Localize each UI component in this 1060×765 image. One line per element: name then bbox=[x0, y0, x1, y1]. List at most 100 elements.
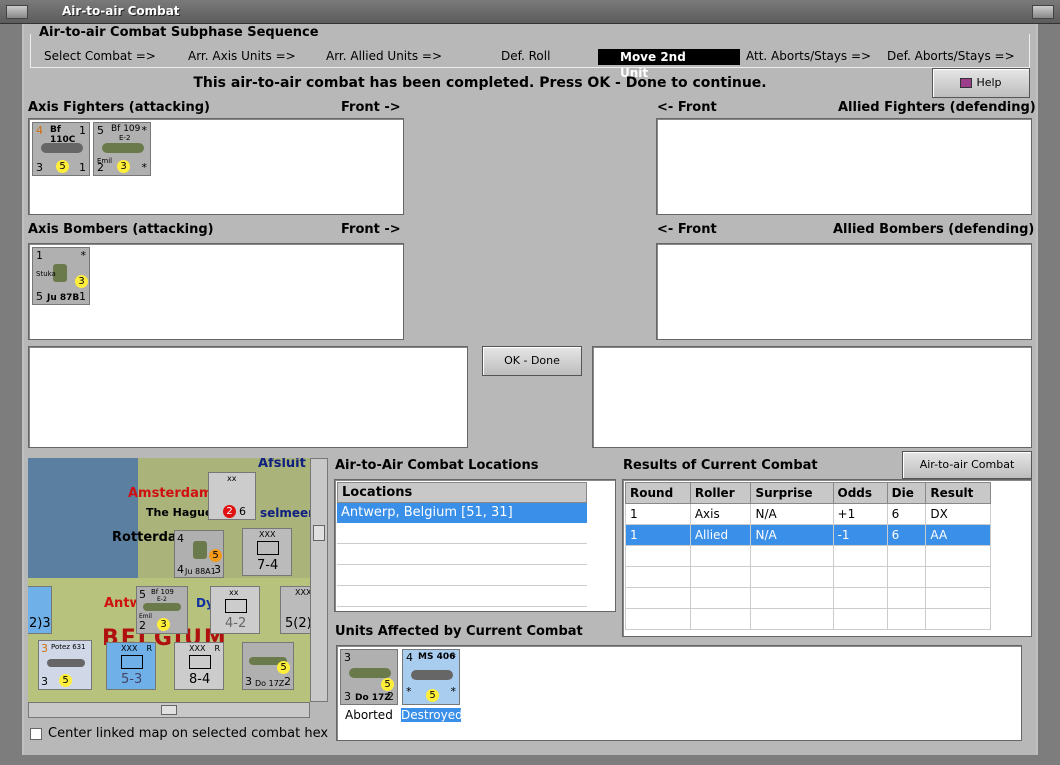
plane-icon bbox=[193, 541, 207, 559]
map-unit[interactable]: xx 2 6 bbox=[208, 472, 256, 520]
linked-map[interactable]: Amsterdam The Hague Rotterda Afsluit sel… bbox=[28, 458, 310, 702]
plane-icon bbox=[41, 143, 83, 153]
center-map-checkbox[interactable] bbox=[30, 728, 42, 740]
plane-icon bbox=[102, 143, 144, 153]
counter-value: 3 bbox=[344, 690, 351, 703]
map-unit[interactable]: 5 Bf 109 E-2 Emil 2 3 bbox=[136, 586, 188, 634]
front-label: Front -> bbox=[341, 100, 401, 115]
help-label: Help bbox=[976, 76, 1002, 89]
counter-value: XXX bbox=[259, 530, 276, 539]
map-unit[interactable]: 2)3 bbox=[28, 586, 52, 634]
counter-sub: E-2 bbox=[157, 596, 167, 603]
map-unit[interactable]: 4 5 4 Ju 88A1 3 bbox=[174, 530, 224, 578]
unit-counter[interactable]: 4 MS 406 * * 5 * bbox=[402, 649, 460, 705]
counter-value: 3 bbox=[344, 651, 351, 664]
counter-value: 8-4 bbox=[189, 672, 211, 687]
counter-value: 3 bbox=[36, 161, 43, 174]
table-row bbox=[625, 608, 991, 630]
results-table: Round Roller Surprise Odds Die Result 1 … bbox=[625, 482, 991, 630]
unit-counter[interactable]: 5 Bf 109 E-2 * Emil 2 3 * bbox=[93, 122, 151, 176]
counter-value: XXXX bbox=[295, 588, 310, 597]
map-unit[interactable]: XXX 7-4 bbox=[242, 528, 292, 576]
map-unit[interactable]: xx 4-2 bbox=[210, 586, 260, 634]
location-item[interactable]: Antwerp, Belgium [51, 31] bbox=[337, 503, 587, 523]
help-book-icon bbox=[960, 78, 973, 88]
map-unit[interactable]: 5 3 Do 17Z 2 bbox=[242, 642, 294, 690]
counter-value: 3 bbox=[41, 675, 48, 688]
counter-value: 5-3 bbox=[121, 672, 143, 687]
counter-value: R bbox=[214, 644, 220, 653]
counter-value: 2 bbox=[223, 505, 236, 518]
cell: -1 bbox=[832, 524, 888, 546]
phase-step: Def. Aborts/Stays => bbox=[887, 49, 1015, 63]
plane-icon bbox=[143, 603, 181, 611]
ok-done-button[interactable]: OK - Done bbox=[482, 346, 582, 376]
unit-symbol-icon bbox=[225, 599, 247, 613]
map-horizontal-scrollbar[interactable] bbox=[28, 702, 310, 718]
col-header: Surprise bbox=[750, 482, 834, 504]
close-icon[interactable] bbox=[1032, 5, 1054, 19]
unit-counter[interactable]: 4 Bf 110C 1 3 5 1 bbox=[32, 122, 90, 176]
cell: 6 bbox=[886, 503, 927, 525]
counter-value: 5 bbox=[36, 290, 43, 303]
map-label: Afsluit bbox=[258, 458, 306, 471]
table-row[interactable]: 1 Axis N/A +1 6 DX bbox=[625, 503, 991, 525]
combat-chart-button[interactable]: Air-to-air Combat Chart bbox=[902, 451, 1032, 497]
counter-value: * bbox=[141, 161, 148, 174]
center-map-label: Center linked map on selected combat hex bbox=[48, 726, 329, 741]
map-unit[interactable]: XXX R 8-4 bbox=[174, 642, 224, 690]
counter-name: Potez 631 bbox=[51, 643, 86, 651]
allied-bombers-box bbox=[656, 243, 1032, 340]
map-unit[interactable]: XXX R 5-3 bbox=[106, 642, 156, 690]
counter-value: 3 bbox=[245, 675, 252, 688]
cell: 1 bbox=[625, 503, 691, 525]
system-menu-icon[interactable] bbox=[6, 5, 28, 19]
scroll-thumb[interactable] bbox=[161, 705, 177, 715]
map-label: The Hague bbox=[146, 506, 213, 519]
counter-value: * bbox=[406, 685, 412, 698]
counter-value: 4 bbox=[406, 651, 413, 664]
table-row bbox=[625, 566, 991, 588]
phase-step-active: Move 2nd Unit bbox=[598, 49, 740, 80]
infantry-icon bbox=[189, 655, 211, 669]
counter-value: R bbox=[146, 644, 152, 653]
table-row[interactable]: 1 Allied N/A -1 6 AA bbox=[625, 524, 991, 546]
unit-counter[interactable]: 3 5 3 Do 17Z 2 bbox=[340, 649, 398, 705]
counter-name: Bf 109 bbox=[151, 588, 174, 596]
counter-value: 6 bbox=[239, 505, 246, 518]
map-vertical-scrollbar[interactable] bbox=[310, 458, 328, 702]
counter-value: 5(2) bbox=[285, 616, 310, 631]
map-unit[interactable]: XXXX 5(2) bbox=[280, 586, 310, 634]
map-unit[interactable]: 3 Potez 631 3 5 bbox=[38, 640, 92, 690]
col-header: Die bbox=[886, 482, 927, 504]
counter-value: 2 bbox=[139, 619, 146, 632]
front-label: <- Front bbox=[657, 222, 717, 237]
locations-header: Locations bbox=[337, 482, 587, 503]
counter-value: 1 bbox=[79, 290, 86, 303]
scroll-thumb[interactable] bbox=[313, 525, 325, 541]
counter-value: * bbox=[450, 685, 457, 698]
counter-value: 2)3 bbox=[29, 616, 51, 631]
counter-value: 5 bbox=[277, 661, 290, 674]
plane-icon bbox=[411, 670, 453, 680]
counter-value: 2 bbox=[284, 675, 291, 688]
counter-name: Ju 88A1 bbox=[185, 567, 216, 576]
counter-sub: E-2 bbox=[119, 134, 131, 142]
table-row bbox=[625, 587, 991, 609]
locations-list[interactable]: Locations Antwerp, Belgium [51, 31] bbox=[334, 479, 616, 612]
allied-fighters-box bbox=[656, 118, 1032, 215]
cell: Allied bbox=[689, 524, 752, 546]
counter-name: Do 17Z bbox=[255, 679, 285, 688]
results-table-box: Round Roller Surprise Odds Die Result 1 … bbox=[622, 479, 1032, 637]
counter-value: 5 bbox=[56, 160, 69, 173]
empty-rows bbox=[337, 523, 587, 607]
help-button[interactable]: Help bbox=[932, 68, 1030, 98]
unit-counter[interactable]: 1 * Stuka 3 5 Ju 87B 1 bbox=[32, 247, 90, 305]
locations-title: Air-to-Air Combat Locations bbox=[335, 458, 539, 473]
counter-value: 3 bbox=[117, 160, 130, 173]
counter-value: 5 bbox=[426, 689, 439, 702]
cell: N/A bbox=[750, 503, 834, 525]
map-label: Rotterda bbox=[112, 530, 177, 545]
counter-value: 2 bbox=[387, 690, 394, 703]
allied-info-box bbox=[592, 346, 1032, 448]
